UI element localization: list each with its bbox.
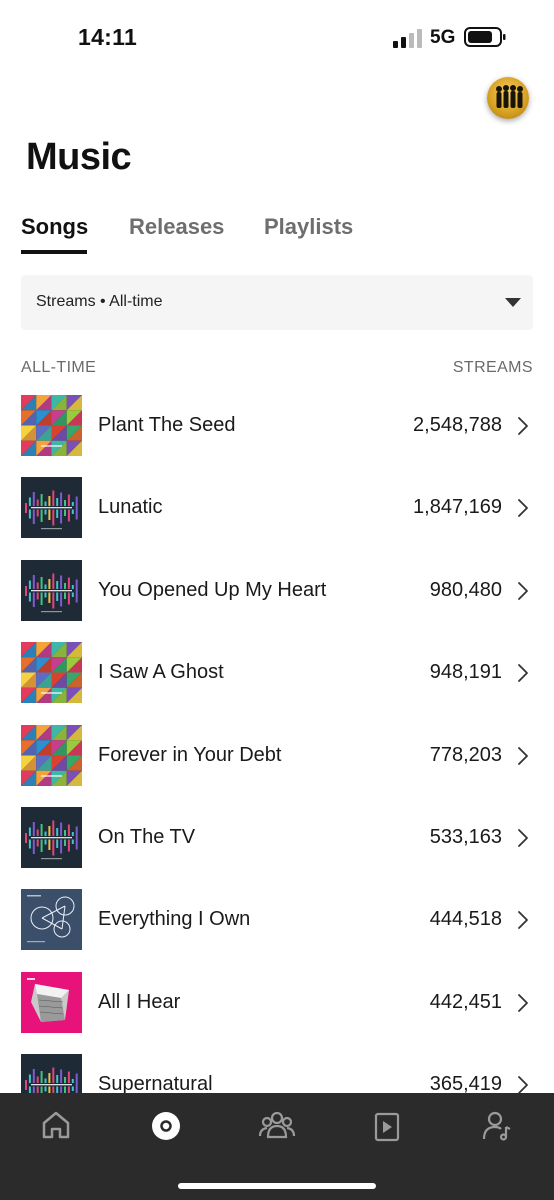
list-header-period: ALL-TIME [21, 359, 97, 376]
tab-bar: Songs Releases Playlists [21, 214, 533, 256]
nav-music[interactable] [136, 1105, 196, 1149]
tab-playlists[interactable]: Playlists [264, 214, 353, 240]
song-title: All I Hear [98, 990, 181, 1013]
status-time: 14:11 [78, 24, 138, 50]
nav-profile[interactable] [468, 1105, 528, 1149]
album-art [21, 889, 82, 951]
album-art [21, 642, 82, 704]
band-photo-icon [496, 85, 523, 108]
audience-icon [258, 1111, 296, 1139]
album-art [21, 807, 82, 868]
chevron-right-icon [518, 993, 528, 1012]
network-label: 5G [430, 27, 456, 48]
tab-songs[interactable]: Songs [21, 214, 88, 240]
nav-video[interactable] [357, 1105, 417, 1149]
song-title: Plant The Seed [98, 414, 236, 436]
song-row[interactable]: Everything I Own 444,518 [0, 879, 554, 961]
page-title: Music [26, 136, 132, 178]
chevron-right-icon [518, 417, 528, 435]
tab-releases[interactable]: Releases [129, 214, 224, 240]
nav-home[interactable] [26, 1105, 86, 1149]
active-tab-indicator [21, 250, 87, 254]
home-icon [42, 1111, 70, 1139]
battery-icon [464, 27, 506, 47]
chevron-right-icon [518, 499, 528, 518]
song-streams: 444,518 [429, 908, 502, 931]
song-streams: 948,191 [429, 661, 502, 684]
album-art [21, 724, 82, 786]
song-streams: 442,451 [429, 990, 502, 1013]
chevron-right-icon [518, 829, 528, 847]
song-title: Forever in Your Debt [98, 743, 282, 766]
song-title: Everything I Own [98, 908, 251, 931]
song-row[interactable]: I Saw A Ghost 948,191 [0, 632, 554, 714]
song-streams: 980,480 [429, 578, 502, 601]
song-streams: 2,548,788 [413, 414, 502, 436]
chevron-right-icon [518, 664, 528, 683]
album-art [21, 395, 82, 456]
song-streams: 533,163 [429, 826, 502, 848]
song-row[interactable]: You Opened Up My Heart 980,480 [0, 550, 554, 632]
nav-audience[interactable] [247, 1105, 307, 1149]
song-title: On The TV [98, 826, 196, 848]
song-title: I Saw A Ghost [98, 661, 224, 684]
avatar[interactable] [487, 77, 529, 119]
song-row[interactable]: All I Hear 442,451 [0, 962, 554, 1044]
chevron-right-icon [518, 581, 528, 600]
profile-music-icon [482, 1111, 511, 1141]
streams-filter-dropdown[interactable]: Streams • All-time [21, 275, 533, 330]
music-disc-icon [152, 1112, 180, 1140]
song-row[interactable]: Forever in Your Debt 778,203 [0, 715, 554, 797]
song-row[interactable]: On The TV 533,163 [0, 797, 554, 879]
song-streams: 778,203 [429, 743, 502, 766]
caret-down-icon [505, 298, 521, 307]
bottom-nav [0, 1093, 554, 1200]
song-title: Lunatic [98, 496, 163, 519]
chevron-right-icon [518, 746, 528, 765]
chevron-right-icon [518, 911, 528, 930]
filter-label: Streams • All-time [36, 293, 163, 310]
home-indicator [178, 1183, 376, 1189]
signal-icon [393, 29, 422, 48]
song-row[interactable]: Plant The Seed 2,548,788 [0, 385, 554, 467]
album-art [21, 559, 82, 621]
song-streams: 1,847,169 [413, 496, 502, 519]
song-title: You Opened Up My Heart [98, 578, 327, 601]
list-header-streams: STREAMS [452, 359, 533, 376]
video-icon [374, 1112, 400, 1142]
album-art [21, 971, 82, 1033]
album-art [21, 477, 82, 539]
status-bar: 14:11 5G [0, 0, 554, 70]
song-row[interactable]: Lunatic 1,847,169 [0, 467, 554, 549]
